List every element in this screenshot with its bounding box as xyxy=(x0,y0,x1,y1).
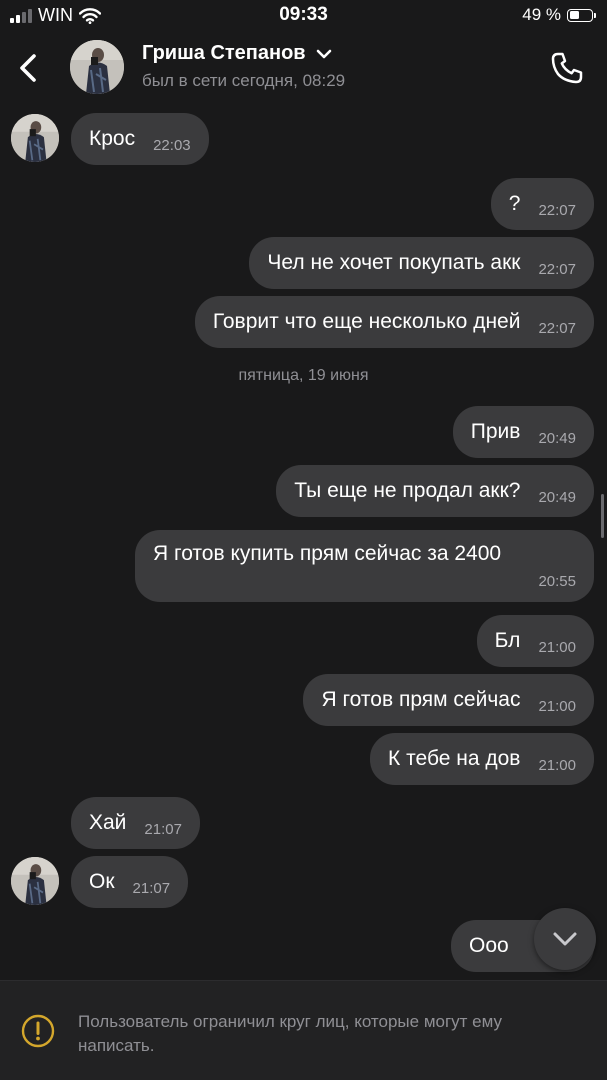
scroll-to-bottom-button[interactable] xyxy=(534,908,596,970)
chevron-down-icon xyxy=(553,932,577,946)
restriction-notice: Пользователь ограничил круг лиц, которые… xyxy=(78,1012,503,1055)
message-bubble-incoming[interactable]: Крос 22:03 xyxy=(71,113,209,165)
message-time: 21:00 xyxy=(538,638,576,656)
message-time: 20:55 xyxy=(538,573,576,590)
scroll-indicator[interactable] xyxy=(601,494,604,538)
message-bubble-outgoing[interactable]: Я готов прям сейчас 21:00 xyxy=(303,674,594,726)
message-text: Чел не хочет покупать акк xyxy=(267,251,521,274)
contact-name: Гриша Степанов xyxy=(142,42,306,64)
message-bubble-outgoing[interactable]: Чел не хочет покупать акк 22:07 xyxy=(249,237,594,289)
chat-screen: WIN 09:33 49 % Гриша Степанов был в сети… xyxy=(0,0,607,1080)
status-bar-right: 49 % xyxy=(522,5,596,25)
message-text: Хай xyxy=(89,811,127,834)
message-text: Я готов купить прям сейчас за 2400 xyxy=(153,542,502,565)
avatar-photo-icon xyxy=(11,857,59,905)
message-time: 22:07 xyxy=(538,319,576,337)
status-bar: WIN 09:33 49 % xyxy=(0,0,607,30)
message-time: 21:07 xyxy=(144,820,182,838)
message-time: 20:49 xyxy=(538,429,576,447)
message-time: 21:00 xyxy=(538,697,576,715)
status-bar-time: 09:33 xyxy=(279,4,328,25)
message-bubble-outgoing[interactable]: Прив 20:49 xyxy=(452,406,594,458)
message-time: 22:07 xyxy=(538,201,576,219)
message-text: ? xyxy=(508,192,521,215)
message-bubble-outgoing[interactable]: ? 22:07 xyxy=(490,178,594,230)
contact-last-seen: был в сети сегодня, 08:29 xyxy=(142,71,346,90)
message-text: Бл xyxy=(494,629,521,652)
message-bubble-outgoing[interactable]: К тебе на дов 21:00 xyxy=(370,733,594,785)
chat-header: Гриша Степанов был в сети сегодня, 08:29 xyxy=(0,30,607,106)
avatar-photo-icon xyxy=(11,114,59,162)
contact-avatar[interactable] xyxy=(70,40,124,94)
message-list: Крос 22:03 ? 22:07 Чел не хочет покупать… xyxy=(0,106,607,980)
message-bubble-outgoing[interactable]: Бл 21:00 xyxy=(476,615,594,667)
restriction-banner: Пользователь ограничил круг лиц, которые… xyxy=(0,980,607,1080)
message-text: Говрит что еще несколько дней xyxy=(212,310,521,333)
back-button[interactable] xyxy=(10,48,44,88)
message-text: Я готов прям сейчас xyxy=(321,688,521,711)
battery-level xyxy=(569,11,580,19)
message-text: Ты еще не продал акк? xyxy=(294,479,521,502)
date-separator: пятница, 19 июня xyxy=(238,367,369,384)
message-time: 21:07 xyxy=(132,879,171,897)
message-bubble-outgoing[interactable]: Говрит что еще несколько дней 22:07 xyxy=(194,296,594,348)
message-bubble-incoming[interactable]: Хай 21:07 xyxy=(71,797,200,849)
message-time: 22:07 xyxy=(538,260,576,278)
message-time: 21:00 xyxy=(538,756,576,774)
message-bubble-outgoing[interactable]: Я готов купить прям сейчас за 2400 20:55 xyxy=(135,530,594,602)
call-button[interactable] xyxy=(549,50,585,86)
chevron-down-icon xyxy=(316,49,331,58)
message-bubble-incoming[interactable]: Ок 21:07 xyxy=(71,856,189,908)
message-text: Крос xyxy=(89,127,136,150)
message-text: Ок xyxy=(89,870,115,893)
message-text: Прив xyxy=(470,420,521,443)
message-text: Ооо xyxy=(469,934,509,957)
battery-percentage: 49 % xyxy=(522,5,561,24)
message-time: 20:49 xyxy=(538,488,576,506)
contact-avatar-small[interactable] xyxy=(11,114,59,162)
warning-icon xyxy=(21,1014,55,1048)
message-text: К тебе на дов xyxy=(388,747,521,770)
avatar-photo-icon xyxy=(70,40,124,94)
contact-avatar-small[interactable] xyxy=(11,857,59,905)
message-time: 22:03 xyxy=(153,136,191,154)
battery-icon xyxy=(567,8,596,22)
contact-name-row[interactable]: Гриша Степанов xyxy=(142,42,332,65)
message-bubble-outgoing[interactable]: Ты еще не продал акк? 20:49 xyxy=(276,465,594,517)
